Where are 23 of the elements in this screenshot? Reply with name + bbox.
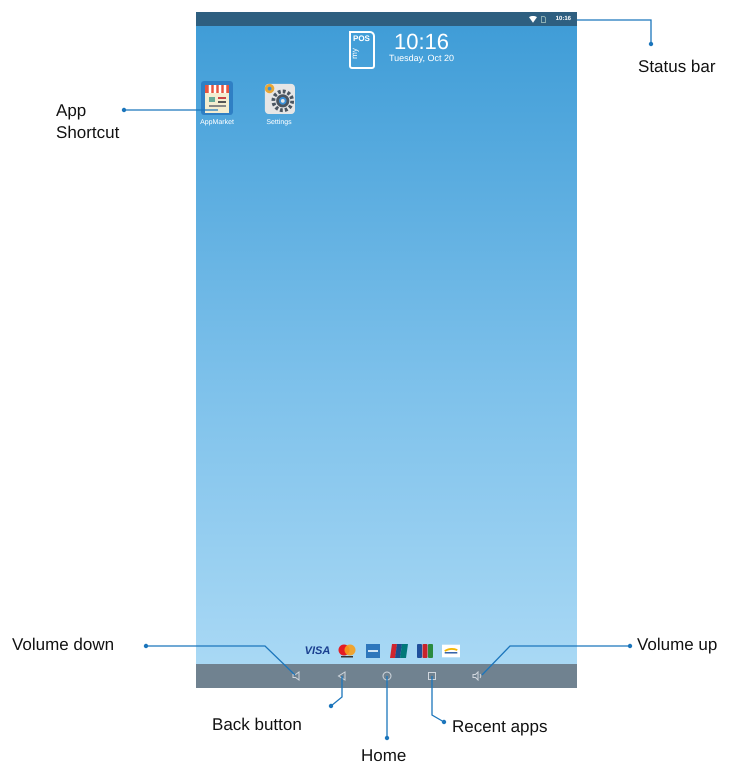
- callout-label: Volume down: [12, 634, 116, 656]
- leader-line: [431, 676, 446, 724]
- card-logo-icon: [390, 644, 408, 658]
- sim-card-icon: [540, 16, 546, 22]
- callout-label: Volume up: [637, 634, 718, 656]
- callout-label: Back button: [212, 714, 303, 736]
- callout-label: App Shortcut: [56, 100, 120, 144]
- card-logo-icon: [364, 644, 382, 658]
- clock-time: 10:16: [394, 31, 450, 53]
- shop-icon: [201, 81, 233, 115]
- leader-line: [328, 676, 343, 708]
- card-logo-icon: [442, 644, 460, 658]
- card-brand-logo: VISA: [304, 645, 330, 657]
- logo: POS my: [348, 31, 375, 69]
- gear-icon: [263, 81, 295, 115]
- overlapping-circles-icon: [338, 644, 356, 658]
- wifi-icon: [528, 16, 537, 22]
- callout-label: Home: [361, 745, 408, 765]
- clock-date: Tuesday, Oct 20: [388, 53, 454, 63]
- leader-line: [384, 676, 390, 740]
- card-logo-icon: [416, 644, 434, 658]
- callout-label: Recent apps: [452, 716, 548, 738]
- callout-label: Status bar: [638, 56, 716, 78]
